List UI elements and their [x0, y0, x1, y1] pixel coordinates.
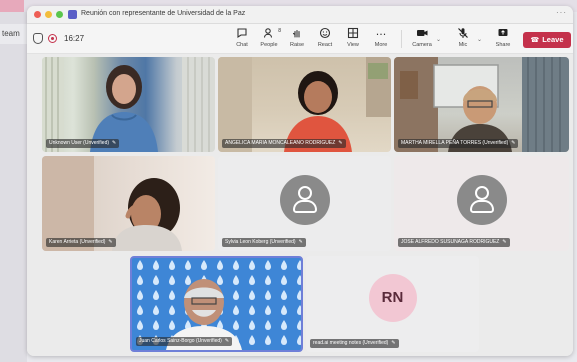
teams-app-icon	[68, 10, 77, 19]
background-tab-indicator	[0, 0, 24, 12]
maximize-window-button[interactable]	[56, 11, 63, 18]
view-button[interactable]: View	[341, 27, 365, 52]
participant-name: ANGELICA MARIA MONCALEANO RODRIGUEZ	[225, 140, 336, 146]
people-label: People	[260, 42, 278, 48]
ellipsis-icon: ···	[375, 28, 387, 41]
participant-video-frame	[218, 57, 391, 152]
video-tile[interactable]: MARTHA MIRELLA PEÑA TORRES (Unverified) ✎	[394, 57, 569, 152]
person-icon-body	[292, 199, 317, 213]
recording-icon	[48, 34, 57, 43]
avatar	[456, 174, 507, 225]
participant-name-label: Sylvia Leon Koberg (Unverified) ✎	[222, 238, 306, 247]
meeting-toolbar: 16:27 Chat 8 People Raise React View ···…	[27, 24, 573, 54]
camera-label: Camera	[412, 42, 432, 48]
grid-view-icon	[341, 27, 365, 42]
participant-name-label: Karen Arrieta (Unverified) ✎	[46, 238, 116, 247]
participant-name: JOSE ALFREDO SUSUNAGA RODRIGUEZ	[401, 239, 500, 245]
react-button[interactable]: React	[313, 27, 337, 52]
share-button[interactable]: Share	[491, 27, 515, 52]
person-icon-head	[297, 185, 312, 200]
participant-name-label: ANGELICA MARIA MONCALEANO RODRIGUEZ ✎	[222, 139, 346, 148]
smiley-icon	[313, 27, 337, 42]
raise-hand-button[interactable]: Raise	[285, 27, 309, 52]
chat-button[interactable]: Chat	[230, 27, 254, 52]
mic-muted-icon: ✎	[511, 140, 516, 146]
participant-name: Sylvia Leon Koberg (Unverified)	[225, 239, 296, 245]
participant-name-label: read.ai meeting notes (Unverified) ✎	[310, 339, 399, 348]
phone-hangup-icon: ☎	[530, 36, 540, 44]
mic-muted-icon: ✎	[298, 239, 303, 245]
mic-button[interactable]: Mic	[451, 27, 475, 52]
mic-label: Mic	[458, 42, 468, 48]
mic-muted-icon: ✎	[112, 140, 117, 146]
avatar-initials: RN	[368, 274, 417, 323]
more-label: More	[374, 42, 388, 48]
participant-name-label: Unknown User (Unverified) ✎	[46, 139, 120, 148]
chat-icon	[230, 27, 254, 42]
mic-muted-icon: ✎	[391, 340, 396, 346]
window-more-button[interactable]: ···	[556, 8, 567, 17]
participant-name: Unknown User (Unverified)	[49, 140, 110, 146]
person-icon-head	[474, 185, 489, 200]
camera-options-chevron-down-icon[interactable]: ⌄	[436, 36, 441, 43]
video-tile[interactable]: Unknown User (Unverified) ✎	[42, 57, 215, 152]
video-tile[interactable]: JOSE ALFREDO SUSUNAGA RODRIGUEZ ✎	[394, 156, 569, 251]
participant-name-label: Juan Carlos Sainz-Borgo (Unverified) ✎	[136, 337, 233, 346]
hand-icon	[285, 27, 309, 42]
leave-button[interactable]: ☎ Leave	[523, 32, 571, 48]
mic-options-chevron-down-icon[interactable]: ⌄	[477, 36, 482, 43]
mic-muted-icon: ✎	[224, 338, 230, 344]
share-label: Share	[495, 42, 511, 48]
leave-label: Leave	[542, 35, 564, 44]
participant-name-label: JOSE ALFREDO SUSUNAGA RODRIGUEZ ✎	[398, 238, 510, 247]
more-button[interactable]: ··· More	[369, 27, 393, 52]
background-team-tab[interactable]: team	[0, 24, 27, 44]
participant-video-frame	[42, 156, 182, 251]
chat-label: Chat	[236, 42, 248, 48]
people-count: 8	[278, 28, 281, 34]
video-tile[interactable]: Karen Arrieta (Unverified) ✎	[42, 156, 215, 251]
meeting-window: Reunión con representante de Universidad…	[27, 6, 573, 356]
participant-name: Karen Arrieta (Unverified)	[49, 239, 106, 245]
toolbar-separator	[401, 30, 402, 48]
participant-name: Juan Carlos Sainz-Borgo (Unverified)	[139, 338, 222, 344]
mic-muted-icon: ✎	[502, 239, 507, 245]
raise-label: Raise	[289, 42, 305, 48]
meeting-timer: 16:27	[64, 34, 85, 43]
background-sidebar	[0, 12, 27, 362]
video-tile[interactable]: ANGELICA MARIA MONCALEANO RODRIGUEZ ✎	[218, 57, 391, 152]
mic-muted-icon: ✎	[108, 239, 113, 245]
mic-muted-icon	[451, 27, 475, 42]
participant-video-frame	[42, 57, 215, 152]
participant-name: read.ai meeting notes (Unverified)	[313, 340, 389, 346]
participant-name-label: MARTHA MIRELLA PEÑA TORRES (Unverified) ✎	[398, 139, 519, 148]
video-tile[interactable]: Sylvia Leon Koberg (Unverified) ✎	[218, 156, 391, 251]
react-label: React	[317, 42, 333, 48]
view-label: View	[347, 42, 359, 48]
video-tile[interactable]: RN read.ai meeting notes (Unverified) ✎	[306, 256, 479, 352]
window-title: Reunión con representante de Universidad…	[81, 10, 246, 17]
close-window-button[interactable]	[34, 11, 41, 18]
mic-muted-icon: ✎	[338, 140, 343, 146]
avatar	[279, 174, 330, 225]
participant-video-frame	[394, 57, 569, 152]
camera-icon	[410, 27, 434, 42]
video-grid: Unknown User (Unverified) ✎ ANGELICA MARI…	[27, 54, 573, 356]
camera-button[interactable]: Camera	[410, 27, 434, 52]
shield-icon[interactable]	[33, 33, 43, 44]
participant-name: MARTHA MIRELLA PEÑA TORRES (Unverified)	[401, 140, 509, 146]
person-icon-body	[469, 199, 494, 213]
minimize-window-button[interactable]	[45, 11, 52, 18]
video-tile-active-speaker[interactable]: Juan Carlos Sainz-Borgo (Unverified) ✎	[130, 256, 303, 352]
title-bar: Reunión con representante de Universidad…	[27, 6, 573, 24]
people-button[interactable]: 8 People	[257, 27, 281, 52]
share-screen-icon	[491, 27, 515, 42]
